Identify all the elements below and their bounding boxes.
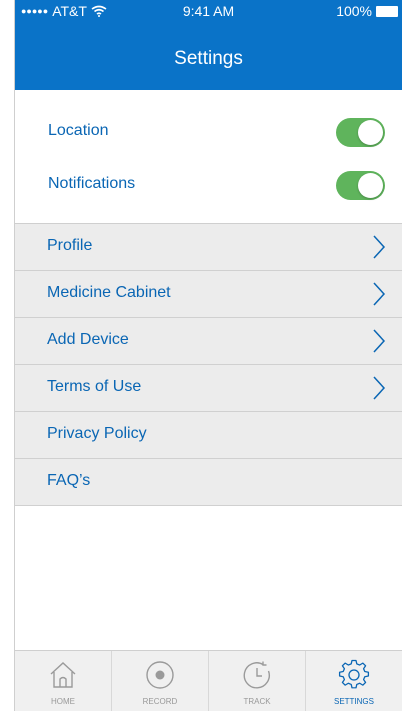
toggle-knob (358, 173, 383, 198)
home-icon (50, 662, 76, 688)
tab-label: SETTINGS (333, 697, 374, 706)
battery-icon (376, 5, 398, 17)
status-right: 100% (336, 3, 398, 19)
menu-item-terms-of-use[interactable]: Terms of Use (15, 365, 402, 412)
location-toggle[interactable] (336, 118, 385, 147)
tab-label: RECORD (142, 697, 178, 706)
gear-icon (338, 659, 370, 689)
chevron-right-icon (373, 235, 386, 259)
location-label: Location (48, 122, 109, 139)
menu-item-label: Privacy Policy (47, 425, 147, 442)
menu-item-label: Terms of Use (47, 378, 142, 395)
menu-item-faqs[interactable]: FAQ’s (15, 459, 402, 506)
menu-item-label: Medicine Cabinet (47, 284, 171, 301)
toggle-section: Location Notifications (15, 90, 402, 223)
settings-screen: ●●●●● AT&T 9:41 AM 100% Settings Locatio… (0, 0, 402, 711)
record-icon (146, 661, 174, 689)
menu-item-label: FAQ’s (47, 472, 91, 489)
app-content: ●●●●● AT&T 9:41 AM 100% Settings Locatio… (15, 0, 402, 711)
toggle-knob (358, 120, 383, 145)
nav-header: Settings (15, 22, 402, 90)
menu-item-add-device[interactable]: Add Device (15, 318, 402, 365)
status-bar: ●●●●● AT&T 9:41 AM 100% (15, 0, 402, 22)
chevron-right-icon (373, 376, 386, 400)
tab-track[interactable]: TRACK (209, 651, 306, 711)
notifications-label: Notifications (48, 175, 136, 192)
menu-item-profile[interactable]: Profile (15, 224, 402, 271)
page-title: Settings (174, 48, 243, 69)
chevron-right-icon (373, 329, 386, 353)
menu-item-medicine-cabinet[interactable]: Medicine Cabinet (15, 271, 402, 318)
clock-icon (243, 661, 270, 689)
menu-item-label: Add Device (47, 331, 129, 348)
settings-menu: Profile Medicine Cabinet Add Device Term… (15, 223, 402, 506)
battery-percentage: 100% (336, 3, 372, 19)
menu-item-label: Profile (47, 237, 93, 254)
tab-label: HOME (51, 697, 75, 706)
tab-home[interactable]: HOME (15, 651, 112, 711)
tab-label: TRACK (243, 697, 271, 706)
tab-record[interactable]: RECORD (112, 651, 209, 711)
menu-item-privacy-policy[interactable]: Privacy Policy (15, 412, 402, 459)
tab-bar: HOME RECORD TRACK SETTINGS (15, 650, 402, 711)
toggle-row-notifications: Notifications (15, 165, 402, 205)
toggle-row-location: Location (15, 112, 402, 152)
tab-settings[interactable]: SETTINGS (306, 651, 402, 711)
chevron-right-icon (373, 282, 386, 306)
notifications-toggle[interactable] (336, 171, 385, 200)
